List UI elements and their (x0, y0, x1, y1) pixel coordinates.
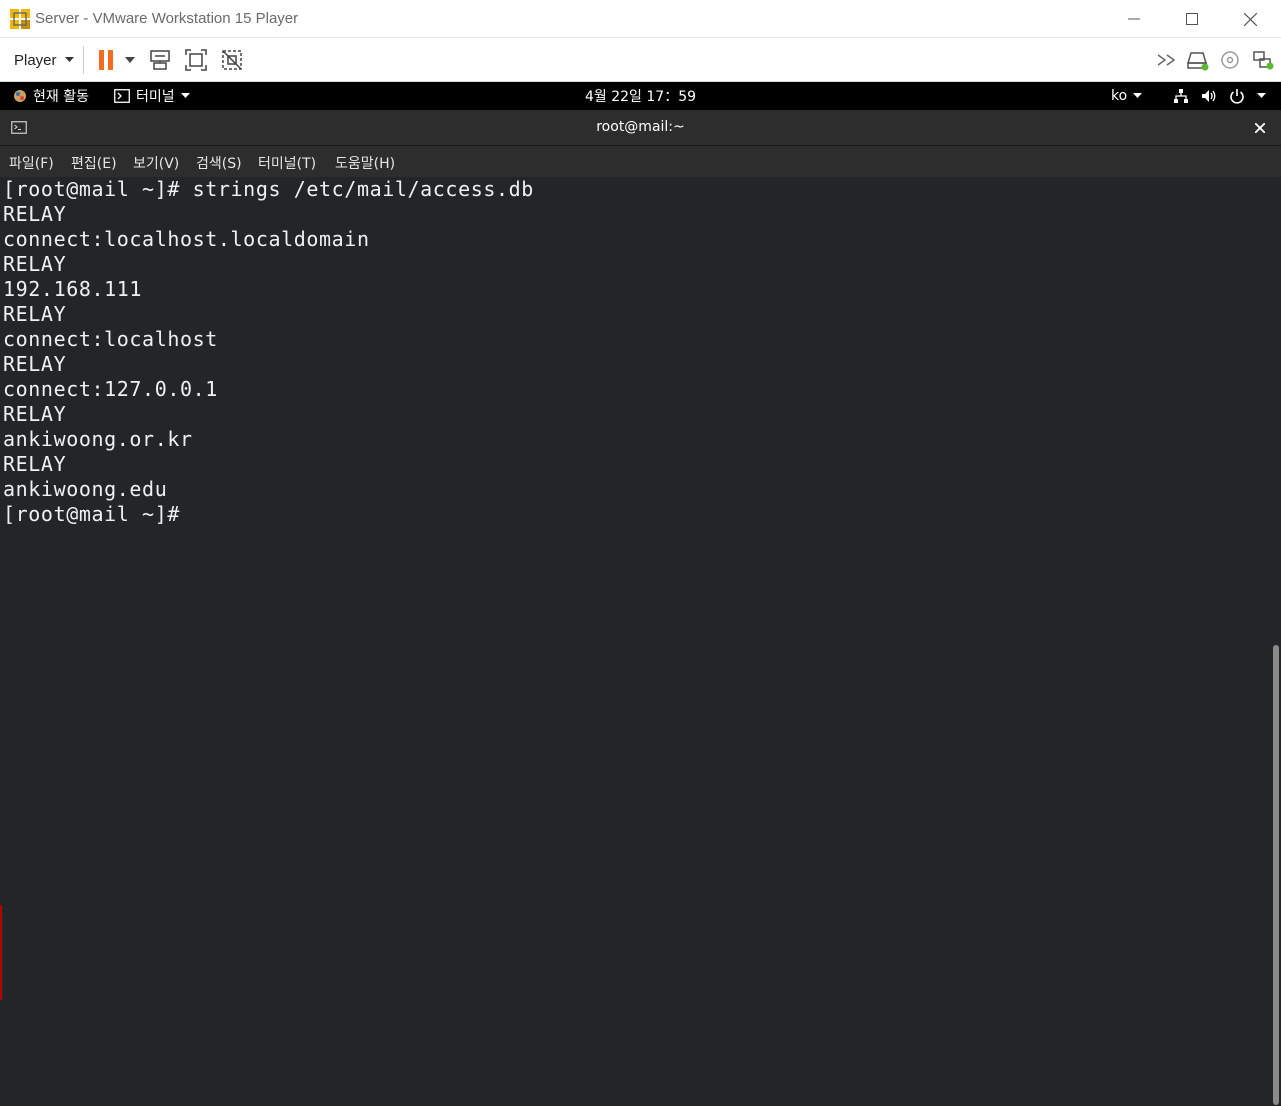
terminal-line: ankiwoong.or.kr (3, 427, 193, 451)
power-icon (1230, 89, 1244, 104)
minimize-icon (1128, 18, 1140, 20)
terminal-line: RELAY (3, 252, 67, 276)
close-button[interactable] (1221, 0, 1279, 38)
menu-file[interactable]: 파일(F) (9, 153, 54, 173)
terminal-scrollbar[interactable] (1271, 177, 1281, 1106)
maximize-button[interactable] (1163, 0, 1221, 38)
left-edge-marker (0, 905, 2, 1000)
terminal-line: RELAY (3, 352, 67, 376)
volume-icon (1202, 90, 1216, 102)
terminal-app-icon (114, 89, 130, 103)
terminal-line: ankiwoong.edu (3, 477, 168, 501)
menu-view[interactable]: 보기(V) (133, 153, 179, 173)
terminal-line: connect:localhost.localdomain (3, 227, 370, 251)
more-devices-button[interactable] (1153, 46, 1181, 74)
terminal-line: RELAY (3, 452, 67, 476)
menu-edit[interactable]: 편집(E) (71, 153, 117, 173)
terminal-line: RELAY (3, 402, 67, 426)
app-menu-terminal[interactable]: 터미널 (114, 82, 190, 110)
maximize-icon (1186, 13, 1198, 25)
hard-disk-icon (1186, 52, 1209, 71)
hard-disk-device-button[interactable] (1183, 46, 1211, 74)
system-status-menu[interactable] (1173, 82, 1266, 110)
send-ctrl-alt-del-button[interactable] (146, 46, 174, 74)
unity-mode-button[interactable] (218, 46, 246, 74)
close-icon (1243, 12, 1257, 26)
network-device-button[interactable] (1249, 46, 1277, 74)
clock-button[interactable]: 4월 22일 17：59 (585, 82, 696, 110)
chevron-down-icon (1257, 93, 1266, 98)
chevron-down-icon (125, 57, 135, 63)
close-icon (1255, 123, 1265, 133)
input-method-button[interactable]: ko (1111, 82, 1143, 110)
terminal-prompt: [root@mail ~]# (3, 502, 180, 526)
terminal-lines: [root@mail ~]# strings /etc/mail/access.… (3, 177, 534, 527)
pause-dropdown-button[interactable] (118, 46, 142, 74)
full-screen-icon (185, 49, 207, 71)
player-menu-button[interactable]: Player (8, 47, 80, 73)
terminal-line: RELAY (3, 302, 67, 326)
vmware-logo-icon (10, 9, 30, 29)
app-menu-label: 터미널 (136, 89, 175, 105)
terminal-line: [root@mail ~]# strings /etc/mail/access.… (3, 177, 534, 201)
activities-button[interactable]: 현재 활동 (13, 82, 89, 110)
gnome-top-bar: 현재 활동 터미널 4월 22일 17：59 ko (0, 82, 1281, 110)
network-adapter-icon (1253, 51, 1274, 70)
menu-terminal[interactable]: 터미널(T) (258, 153, 316, 173)
double-chevron-right-icon (1157, 54, 1176, 66)
menu-search[interactable]: 검색(S) (196, 153, 242, 173)
terminal-close-button[interactable] (1250, 118, 1270, 138)
scrollbar-thumb[interactable] (1273, 645, 1279, 1105)
network-icon (1174, 89, 1188, 103)
window-title: Server - VMware Workstation 15 Player (35, 10, 299, 27)
terminal-menubar: 파일(F) 편집(E) 보기(V) 검색(S) 터미널(T) 도움말(H) (0, 146, 1281, 177)
vmware-toolbar: Player (0, 38, 1281, 82)
terminal-output[interactable]: [root@mail ~]# strings /etc/mail/access.… (0, 177, 1281, 1106)
cd-drive-device-button[interactable] (1216, 46, 1244, 74)
input-method-label: ko (1111, 88, 1128, 104)
chevron-down-icon (180, 93, 190, 98)
unity-icon (222, 50, 242, 70)
pause-icon (99, 50, 113, 70)
terminal-line: RELAY (3, 202, 67, 226)
minimize-button[interactable] (1105, 0, 1163, 38)
terminal-line: connect:localhost (3, 327, 218, 351)
activities-icon (14, 90, 26, 102)
chevron-down-icon (1133, 93, 1143, 98)
player-menu-label: Player (14, 51, 57, 69)
terminal-header-bar: root@mail:~ (0, 110, 1281, 146)
menu-help[interactable]: 도움말(H) (335, 153, 395, 173)
terminal-line: connect:127.0.0.1 (3, 377, 218, 401)
terminal-line: 192.168.111 (3, 277, 143, 301)
full-screen-button[interactable] (182, 46, 210, 74)
activities-label: 현재 활동 (33, 89, 89, 105)
pause-button[interactable] (92, 46, 120, 74)
toolbar-divider (83, 46, 84, 74)
clock-datetime: 4월 22일 17：59 (585, 89, 697, 105)
vmware-title-bar: Server - VMware Workstation 15 Player (0, 0, 1281, 38)
chevron-down-icon (64, 57, 74, 62)
cd-icon (1221, 51, 1239, 69)
ctrl-alt-del-icon (150, 50, 170, 70)
terminal-title: root@mail:~ (596, 119, 685, 135)
